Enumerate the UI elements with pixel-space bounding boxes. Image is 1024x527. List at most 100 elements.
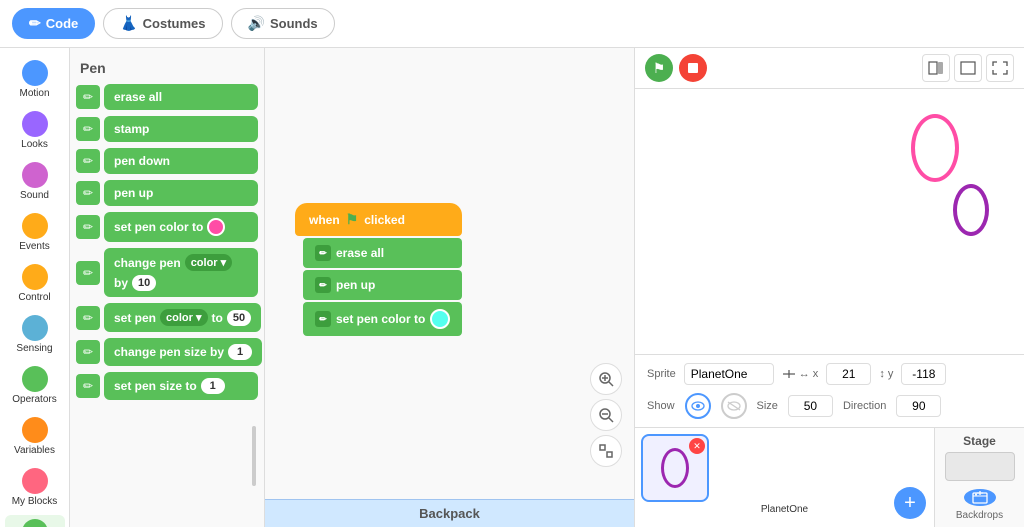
change-pen-value[interactable]: 10	[132, 275, 156, 291]
script-pen-up-block[interactable]: ✏ pen up	[303, 270, 462, 300]
set-pen-color-label: set pen color to	[114, 220, 203, 234]
show-hidden-button[interactable]	[721, 393, 747, 419]
sprite-thumb-planetone[interactable]: ✕	[641, 434, 709, 502]
block-set-pen[interactable]: set pen color ▾ to 50	[104, 303, 261, 332]
sidebar-item-operators[interactable]: Operators	[5, 362, 65, 409]
block-pen-down[interactable]: pen down	[104, 148, 258, 174]
add-backdrop-button[interactable]	[964, 489, 996, 506]
motion-label: Motion	[19, 88, 49, 99]
code-icon: ✏	[29, 15, 41, 32]
pen-up-label: pen up	[114, 186, 153, 200]
zoom-in-button[interactable]	[590, 363, 622, 395]
block-pen-up[interactable]: pen up	[104, 180, 258, 206]
block-row-set-pen-color: ✏ set pen color to	[76, 212, 258, 242]
block-change-pen[interactable]: change pen color ▾ by 10	[104, 248, 258, 297]
stage-small-button[interactable]	[922, 54, 950, 82]
when-clicked-block[interactable]: when ⚑ clicked	[295, 203, 462, 236]
pencil-icon-set-color: ✏	[76, 215, 100, 239]
stage-canvas	[635, 89, 1024, 354]
zoom-fit-button[interactable]	[590, 435, 622, 467]
script-set-color-block[interactable]: ✏ set pen color to	[303, 302, 462, 336]
sidebar-item-pen[interactable]: Pen	[5, 515, 65, 527]
block-set-pen-color[interactable]: set pen color to	[104, 212, 258, 242]
sidebar-item-events[interactable]: Events	[5, 209, 65, 256]
tab-costumes-label: Costumes	[143, 16, 206, 31]
sound-label: Sound	[20, 190, 49, 201]
set-pen-size-value[interactable]: 1	[201, 378, 225, 394]
script-color-dot[interactable]	[430, 309, 450, 329]
block-change-pen-size[interactable]: change pen size by 1	[104, 338, 262, 366]
block-row-change-pen-size: ✏ change pen size by 1	[76, 338, 258, 366]
show-visible-button[interactable]	[685, 393, 711, 419]
direction-input[interactable]	[896, 395, 941, 417]
tab-sounds[interactable]: 🔊 Sounds	[231, 8, 335, 39]
set-pen-size-label: set pen size to	[114, 379, 197, 393]
block-erase-all[interactable]: erase all	[104, 84, 258, 110]
add-sprite-button[interactable]: +	[894, 487, 926, 519]
sidebar-item-control[interactable]: Control	[5, 260, 65, 307]
stage-large-button[interactable]	[954, 54, 982, 82]
tab-code[interactable]: ✏ Code	[12, 8, 95, 39]
change-pen-size-value[interactable]: 1	[228, 344, 252, 360]
backpack-bar[interactable]: Backpack	[265, 499, 634, 527]
erase-all-label: erase all	[114, 90, 162, 104]
sprite-panel-bottom: ✕ PlanetOne + Stage Backdrops	[635, 427, 1024, 527]
color-picker-dot[interactable]	[207, 218, 225, 236]
sprite-info-panel: Sprite ↔ x ↕ y Show Size	[635, 354, 1024, 427]
script-area: when ⚑ clicked ✏ erase all ✏ pen up ✏ se…	[265, 48, 634, 527]
script-erase-all-block[interactable]: ✏ erase all	[303, 238, 462, 268]
green-flag-button[interactable]: ⚑	[645, 54, 673, 82]
stop-button[interactable]	[679, 54, 707, 82]
set-pen-dropdown[interactable]: color ▾	[160, 309, 207, 326]
script-erase-all-label: erase all	[336, 246, 384, 260]
sprite-name-row: Sprite ↔ x ↕ y	[647, 363, 1012, 385]
motion-dot	[22, 60, 48, 86]
set-pen-value[interactable]: 50	[227, 310, 251, 326]
sidebar-item-variables[interactable]: Variables	[5, 413, 65, 460]
events-label: Events	[19, 241, 50, 252]
sprite-label: Sprite	[647, 368, 676, 380]
tab-code-label: Code	[46, 16, 79, 31]
zoom-out-button[interactable]	[590, 399, 622, 431]
sprite-delete-button[interactable]: ✕	[689, 438, 705, 454]
sidebar-item-sound[interactable]: Sound	[5, 158, 65, 205]
looks-dot	[22, 111, 48, 137]
script-canvas[interactable]: when ⚑ clicked ✏ erase all ✏ pen up ✏ se…	[265, 48, 634, 527]
variables-label: Variables	[14, 445, 55, 456]
stage-area: ⚑	[634, 48, 1024, 527]
control-dot	[22, 264, 48, 290]
stage-fullscreen-button[interactable]	[986, 54, 1014, 82]
events-dot	[22, 213, 48, 239]
set-pen-label: set pen	[114, 311, 156, 325]
size-input[interactable]	[788, 395, 833, 417]
x-value-input[interactable]	[826, 363, 871, 385]
pencil-icon-stamp: ✏	[76, 117, 100, 141]
block-row-pen-down: ✏ pen down	[76, 148, 258, 174]
block-stamp[interactable]: stamp	[104, 116, 258, 142]
change-pen-dropdown[interactable]: color ▾	[185, 254, 232, 271]
stage-controls: ⚑	[645, 54, 707, 82]
pencil-icon-set-pen: ✏	[76, 306, 100, 330]
looks-label: Looks	[21, 139, 48, 150]
sprite-name-input[interactable]	[684, 363, 774, 385]
operators-dot	[22, 366, 48, 392]
clicked-label: clicked	[364, 213, 405, 227]
stamp-label: stamp	[114, 122, 149, 136]
myblocks-dot	[22, 468, 48, 494]
block-set-pen-size[interactable]: set pen size to 1	[104, 372, 258, 400]
tab-costumes[interactable]: 👗 Costumes	[103, 8, 222, 39]
stage-panel: Stage Backdrops	[934, 428, 1024, 527]
sensing-label: Sensing	[16, 343, 52, 354]
stage-thumb[interactable]	[945, 452, 1015, 481]
change-pen-size-label: change pen size by	[114, 345, 224, 359]
sensing-dot	[22, 315, 48, 341]
sprite-thumb-name: PlanetOne	[641, 504, 928, 515]
pencil-small-icon: ✏	[315, 245, 331, 261]
change-pen-label: change pen	[114, 256, 181, 270]
sidebar-item-myblocks[interactable]: My Blocks	[5, 464, 65, 511]
variables-dot	[22, 417, 48, 443]
y-value-input[interactable]	[901, 363, 946, 385]
sidebar-item-motion[interactable]: Motion	[5, 56, 65, 103]
sidebar-item-sensing[interactable]: Sensing	[5, 311, 65, 358]
sidebar-item-looks[interactable]: Looks	[5, 107, 65, 154]
